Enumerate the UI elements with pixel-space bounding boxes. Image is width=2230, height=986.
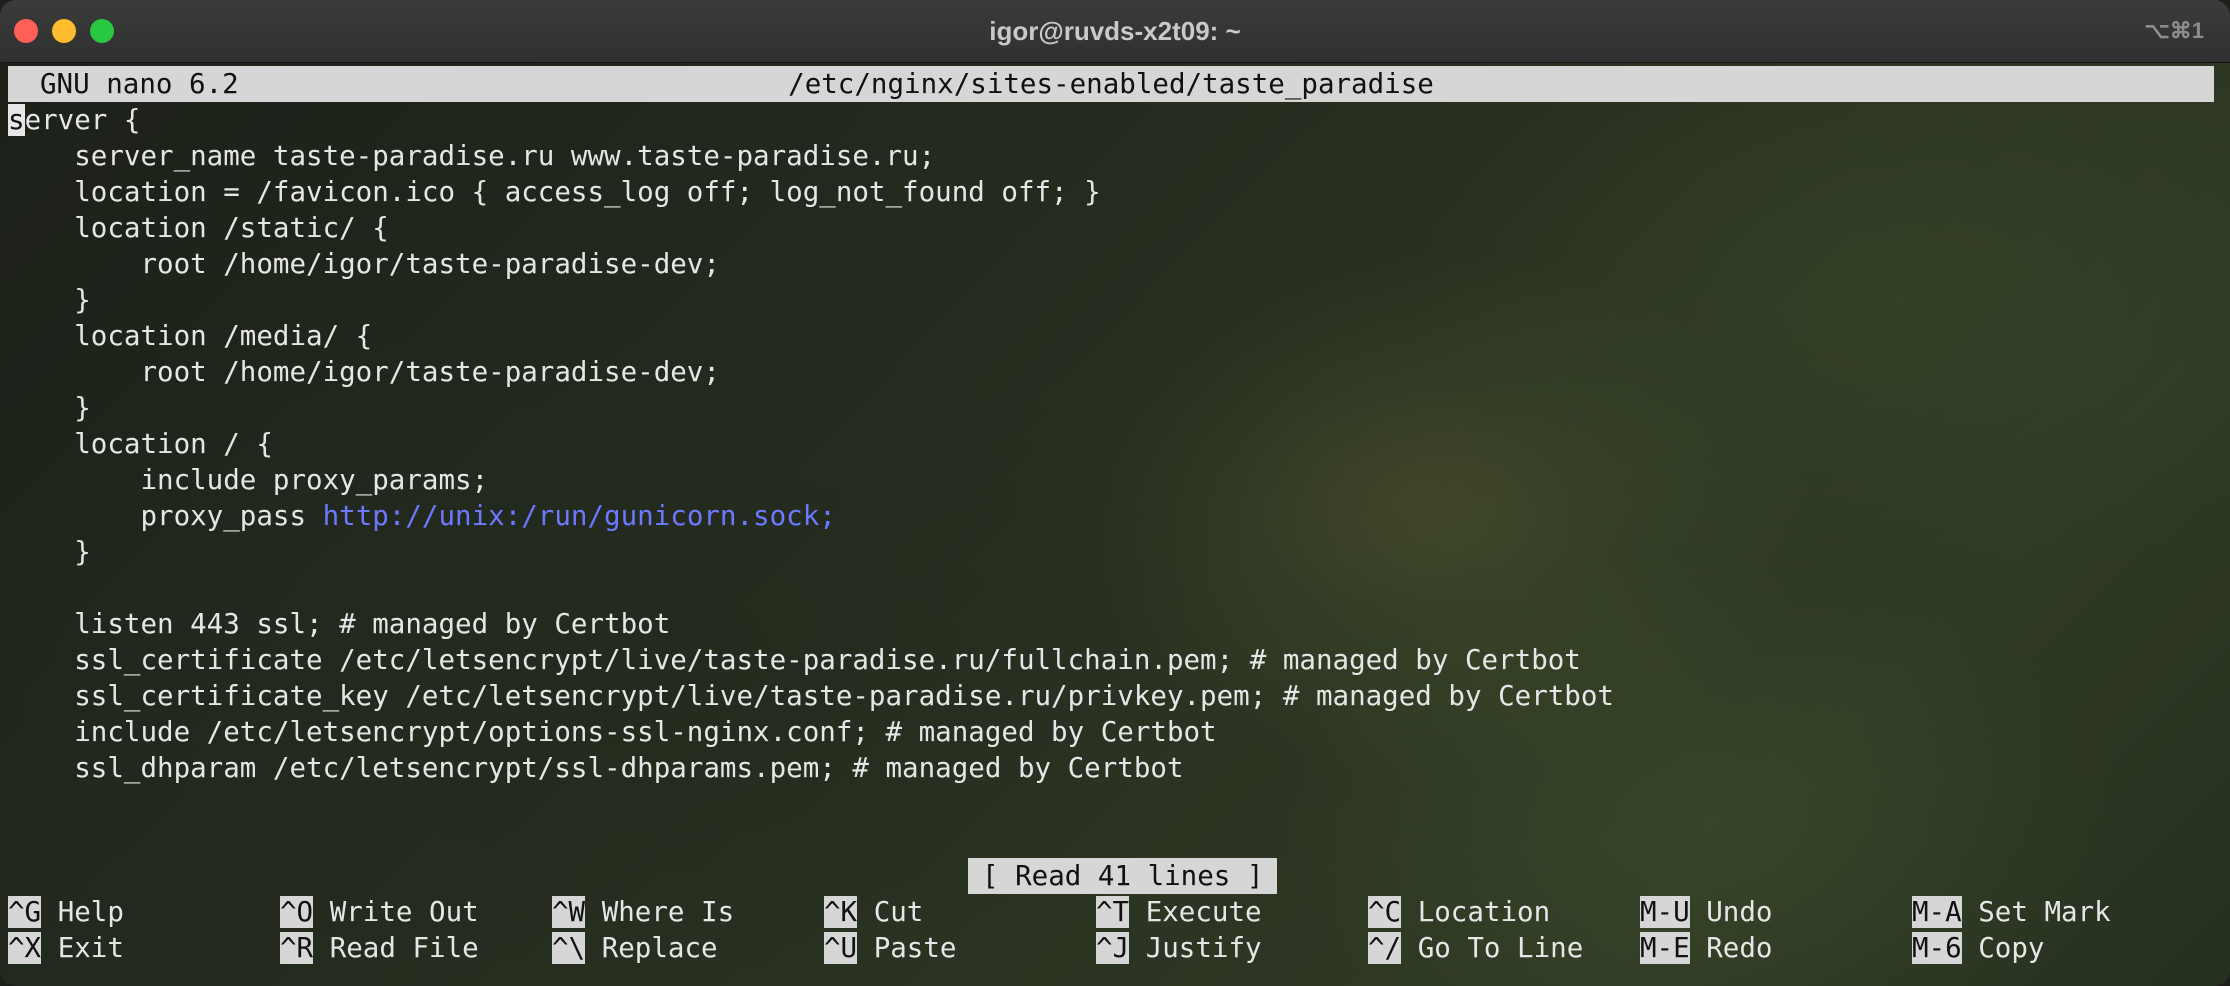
shortcut-set-mark[interactable]: M-A Set Mark — [1912, 894, 2111, 930]
status-message: [ Read 41 lines ] — [968, 858, 1278, 894]
shortcut-exit[interactable]: ^X Exit — [8, 930, 124, 966]
code-line-4: location /static/ { — [8, 212, 389, 244]
text-cursor: s — [8, 104, 25, 136]
code-line-1: server { — [8, 104, 141, 136]
nano-version: GNU nano 6.2 — [40, 68, 239, 100]
title-bar[interactable]: igor@ruvds-x2t09: ~ ⌥⌘1 — [0, 0, 2230, 63]
shortcut-undo[interactable]: M-U Undo — [1640, 894, 1772, 930]
terminal-window: igor@ruvds-x2t09: ~ ⌥⌘1 /etc/nginx/sites… — [0, 0, 2230, 986]
shortcut-where-is[interactable]: ^W Where Is — [552, 894, 734, 930]
shortcut-location[interactable]: ^C Location — [1368, 894, 1550, 930]
code-line-11: include proxy_params; — [8, 464, 489, 496]
code-line-19: ssl_dhparam /etc/letsencrypt/ssl-dhparam… — [8, 752, 1184, 784]
terminal-content[interactable]: /etc/nginx/sites-enabled/taste_paradise … — [8, 66, 2222, 982]
code-line-6: } — [8, 284, 91, 316]
shortcut-go-to-line[interactable]: ^/ Go To Line — [1368, 930, 1583, 966]
shortcut-copy[interactable]: M-6 Copy — [1912, 930, 2044, 966]
code-line-2: server_name taste-paradise.ru www.taste-… — [8, 140, 936, 172]
code-line-8: root /home/igor/taste-paradise-dev; — [8, 356, 720, 388]
shortcut-cut[interactable]: ^K Cut — [824, 894, 923, 930]
shortcut-replace[interactable]: ^\ Replace — [552, 930, 718, 966]
code-line-5: root /home/igor/taste-paradise-dev; — [8, 248, 720, 280]
file-path: /etc/nginx/sites-enabled/taste_paradise — [788, 68, 1434, 100]
code-line-13: } — [8, 536, 91, 568]
shortcut-write-out[interactable]: ^O Write Out — [280, 894, 479, 930]
code-line-3: location = /favicon.ico { access_log off… — [8, 176, 1101, 208]
code-line-18: include /etc/letsencrypt/options-ssl-ngi… — [8, 716, 1217, 748]
nano-header-bar: /etc/nginx/sites-enabled/taste_paradise … — [8, 66, 2214, 102]
code-line-10: location / { — [8, 428, 273, 460]
shortcut-read-file[interactable]: ^R Read File — [280, 930, 479, 966]
tab-shortcut-hint: ⌥⌘1 — [2144, 18, 2204, 43]
code-line-16: ssl_certificate /etc/letsencrypt/live/ta… — [8, 644, 1581, 676]
code-line-17: ssl_certificate_key /etc/letsencrypt/liv… — [8, 680, 1614, 712]
code-line-9: } — [8, 392, 91, 424]
code-line-7: location /media/ { — [8, 320, 373, 352]
shortcut-execute[interactable]: ^T Execute — [1096, 894, 1262, 930]
shortcut-redo[interactable]: M-E Redo — [1640, 930, 1772, 966]
shortcut-justify[interactable]: ^J Justify — [1096, 930, 1262, 966]
shortcut-help[interactable]: ^G Help — [8, 894, 124, 930]
window-title: igor@ruvds-x2t09: ~ — [989, 16, 1241, 46]
shortcut-paste[interactable]: ^U Paste — [824, 930, 956, 966]
code-line-12: proxy_pass http://unix:/run/gunicorn.soc… — [8, 500, 836, 532]
code-line-15: listen 443 ssl; # managed by Certbot — [8, 608, 671, 640]
proxy-pass-url: http://unix:/run/gunicorn.sock; — [322, 500, 836, 532]
